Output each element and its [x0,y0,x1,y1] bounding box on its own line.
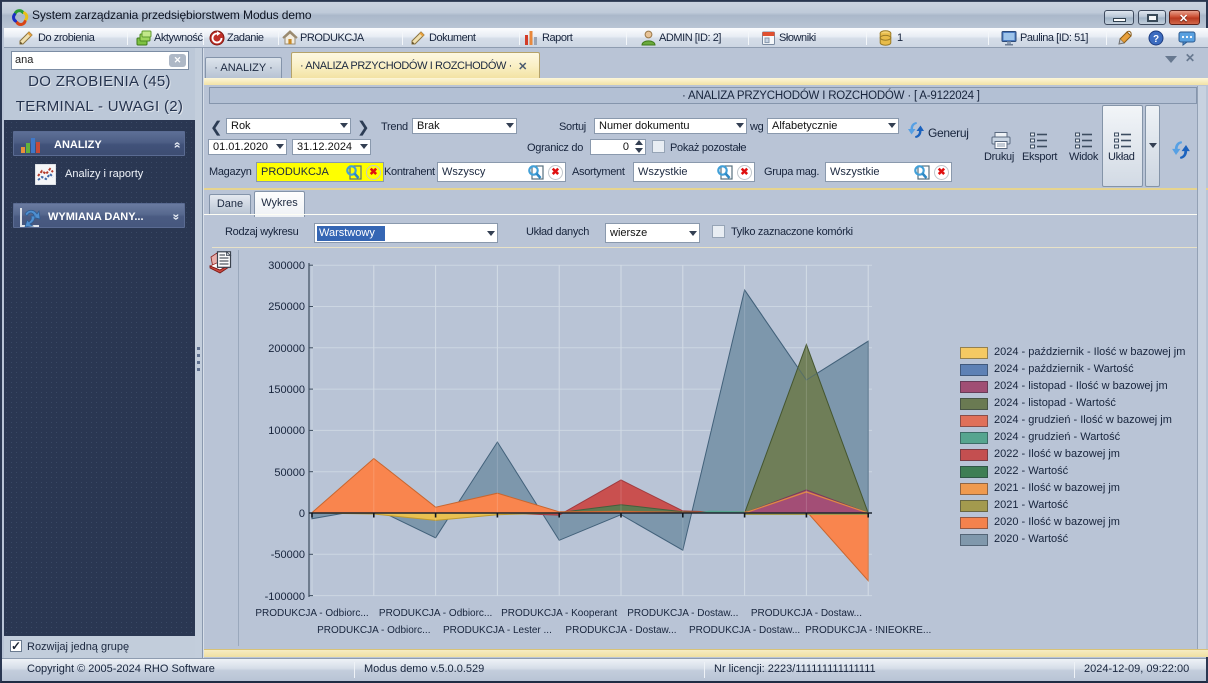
svg-text:PRODUKCJA - Dostaw...: PRODUKCJA - Dostaw... [627,608,738,619]
svg-text:PRODUKCJA - Lester ...: PRODUKCJA - Lester ... [443,625,552,636]
svg-text:PRODUKCJA - Dostaw...: PRODUKCJA - Dostaw... [751,608,862,619]
svg-text:300000: 300000 [268,260,305,272]
svg-text:PRODUKCJA - Odbiorc...: PRODUKCJA - Odbiorc... [317,625,430,636]
svg-text:PRODUKCJA - Kooperant: PRODUKCJA - Kooperant [501,608,617,619]
svg-text:150000: 150000 [268,384,305,396]
svg-text:PRODUKCJA - Dostaw...: PRODUKCJA - Dostaw... [565,625,676,636]
svg-text:PRODUKCJA - Dostaw...: PRODUKCJA - Dostaw... [689,625,800,636]
svg-text:PRODUKCJA - !NIEOKRE...: PRODUKCJA - !NIEOKRE... [805,625,931,636]
svg-text:250000: 250000 [268,301,305,313]
svg-text:0: 0 [299,508,305,520]
svg-text:50000: 50000 [274,467,305,479]
svg-text:PRODUKCJA - Odbiorc...: PRODUKCJA - Odbiorc... [255,608,368,619]
svg-text:100000: 100000 [268,425,305,437]
svg-text:-100000: -100000 [265,591,305,603]
svg-text:PRODUKCJA - Odbiorc...: PRODUKCJA - Odbiorc... [379,608,492,619]
svg-text:200000: 200000 [268,343,305,355]
svg-text:?: ? [1153,34,1159,45]
svg-text:-50000: -50000 [271,549,305,561]
